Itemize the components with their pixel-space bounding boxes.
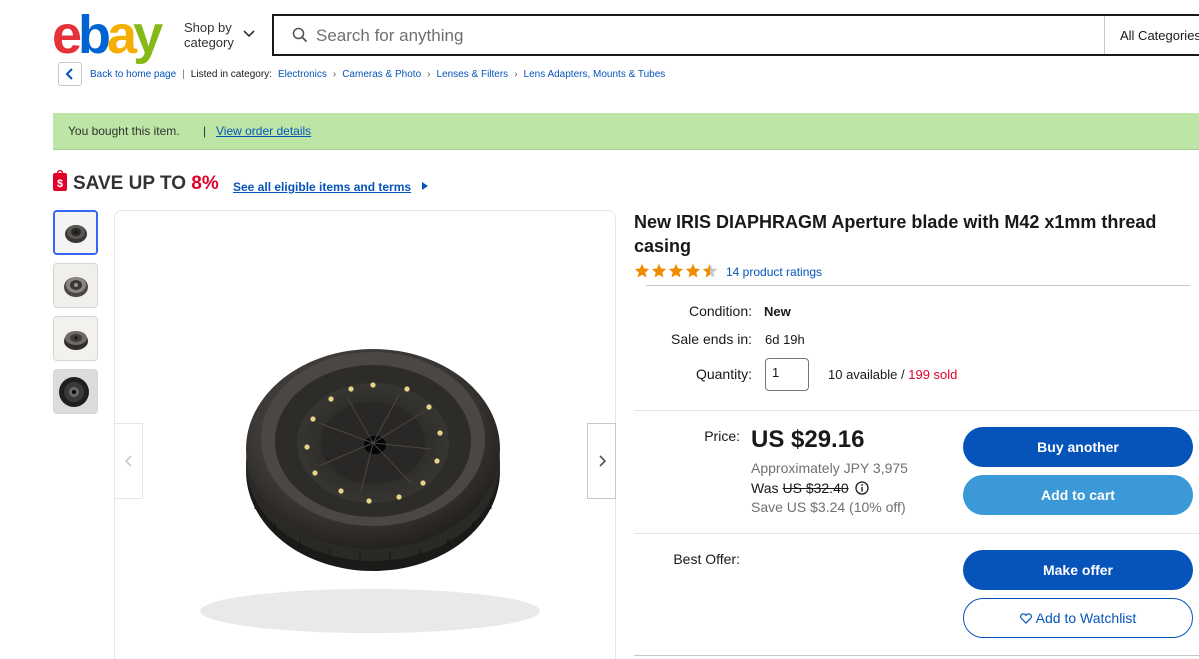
- save-banner: SAVE UP TO 8%: [73, 173, 219, 195]
- thumbnail-3[interactable]: [53, 316, 98, 361]
- chevron-right-icon: ›: [332, 69, 337, 80]
- breadcrumb-separator: |: [182, 69, 185, 80]
- approx-value: JPY 3,975: [843, 460, 908, 476]
- condition-label: Condition:: [688, 303, 752, 319]
- add-to-cart-button[interactable]: Add to cart: [963, 475, 1193, 515]
- product-thumbnail-image: [54, 370, 97, 413]
- eligible-items-link[interactable]: See all eligible items and terms: [233, 180, 411, 194]
- product-thumbnail-image: [54, 264, 97, 307]
- svg-text:$: $: [57, 178, 63, 190]
- notice-separator: |: [203, 124, 207, 138]
- listed-in-label: Listed in category:: [190, 69, 272, 80]
- search-divider: [1104, 16, 1105, 54]
- add-to-watchlist-button[interactable]: Add to Watchlist: [963, 598, 1193, 638]
- main-product-image[interactable]: [114, 210, 616, 659]
- thumbnail-1[interactable]: [53, 210, 98, 255]
- availability-text: 10 available / 199 sold: [828, 367, 957, 382]
- shop-by-line2: category: [184, 35, 234, 50]
- divider: [634, 410, 1199, 411]
- view-order-link[interactable]: View order details: [216, 124, 311, 138]
- breadcrumb-item-electronics[interactable]: Electronics: [278, 69, 327, 80]
- shop-by-line1: Shop by: [184, 20, 232, 35]
- approx-prefix: Approximately: [751, 460, 840, 476]
- info-icon[interactable]: [855, 481, 869, 495]
- price-value: US $29.16: [751, 426, 865, 453]
- condition-value: New: [764, 304, 791, 319]
- product-title: New IRIS DIAPHRAGM Aperture blade with M…: [634, 212, 1157, 256]
- quantity-input[interactable]: 1: [765, 358, 809, 391]
- chevron-down-icon[interactable]: [243, 27, 255, 39]
- chevron-right-icon: [598, 455, 606, 467]
- search-input[interactable]: Search for anything: [316, 26, 463, 46]
- breadcrumb: Back to home page | Listed in category: …: [90, 69, 665, 80]
- was-value: US $32.40: [782, 480, 849, 496]
- star-rating-icon[interactable]: [634, 263, 724, 279]
- thumbnail-2[interactable]: [53, 263, 98, 308]
- logo-letter-e: e: [52, 5, 82, 65]
- watchlist-label: Add to Watchlist: [1035, 610, 1137, 626]
- save-prefix: SAVE UP TO: [73, 173, 186, 194]
- shop-by-category[interactable]: Shop by category: [184, 20, 234, 50]
- chevron-right-icon: ›: [514, 69, 518, 80]
- iris-diaphragm-photo: [115, 211, 615, 659]
- divider: [634, 533, 1199, 534]
- search-bar[interactable]: Search for anything All Categories: [272, 14, 1199, 56]
- sale-tag-icon: $: [53, 170, 67, 191]
- sold-count: 199 sold: [908, 367, 958, 382]
- triangle-right-icon: [422, 182, 428, 190]
- notice-text: You bought this item.: [68, 124, 180, 138]
- available-count: 10 available /: [828, 367, 905, 382]
- product-thumbnail-image: [54, 317, 97, 360]
- chevron-right-icon: ›: [427, 69, 431, 80]
- save-percent: 8%: [191, 173, 219, 194]
- image-next-button[interactable]: [587, 423, 616, 499]
- chevron-left-icon: [65, 68, 73, 80]
- buy-another-button[interactable]: Buy another: [963, 427, 1193, 467]
- logo-letter-y: y: [133, 5, 163, 65]
- logo-letter-a: a: [107, 5, 137, 65]
- back-to-home-link[interactable]: Back to home page: [90, 69, 176, 80]
- back-button[interactable]: [58, 62, 82, 86]
- divider: [634, 655, 1199, 656]
- breadcrumb-item-cameras[interactable]: Cameras & Photo: [342, 69, 421, 80]
- search-icon: [292, 27, 308, 43]
- sale-ends-value: 6d 19h: [765, 332, 805, 347]
- chevron-left-icon: [124, 455, 132, 467]
- purchase-notice: You bought this item. | View order detai…: [53, 113, 1199, 150]
- product-thumbnail-image: [55, 212, 96, 253]
- heart-icon: [1019, 612, 1032, 624]
- thumbnail-4[interactable]: [53, 369, 98, 414]
- ebay-logo[interactable]: ebay: [52, 5, 172, 65]
- product-ratings-link[interactable]: 14 product ratings: [726, 265, 822, 279]
- image-prev-button[interactable]: [114, 423, 143, 499]
- approx-price: Approximately JPY 3,975: [751, 460, 908, 476]
- was-label: Was: [751, 480, 779, 496]
- category-select[interactable]: All Categories: [1120, 28, 1199, 43]
- sale-ends-label: Sale ends in:: [671, 331, 752, 347]
- was-price: Was US $32.40: [751, 480, 869, 496]
- best-offer-label: Best Offer:: [673, 551, 740, 567]
- quantity-label: Quantity:: [695, 366, 752, 382]
- savings-text: Save US $3.24 (10% off): [751, 499, 906, 515]
- breadcrumb-item-adapters[interactable]: Lens Adapters, Mounts & Tubes: [524, 69, 666, 80]
- logo-letter-b: b: [78, 5, 111, 65]
- make-offer-button[interactable]: Make offer: [963, 550, 1193, 590]
- breadcrumb-item-lenses[interactable]: Lenses & Filters: [436, 69, 508, 80]
- divider: [646, 285, 1190, 286]
- price-label: Price:: [704, 428, 740, 444]
